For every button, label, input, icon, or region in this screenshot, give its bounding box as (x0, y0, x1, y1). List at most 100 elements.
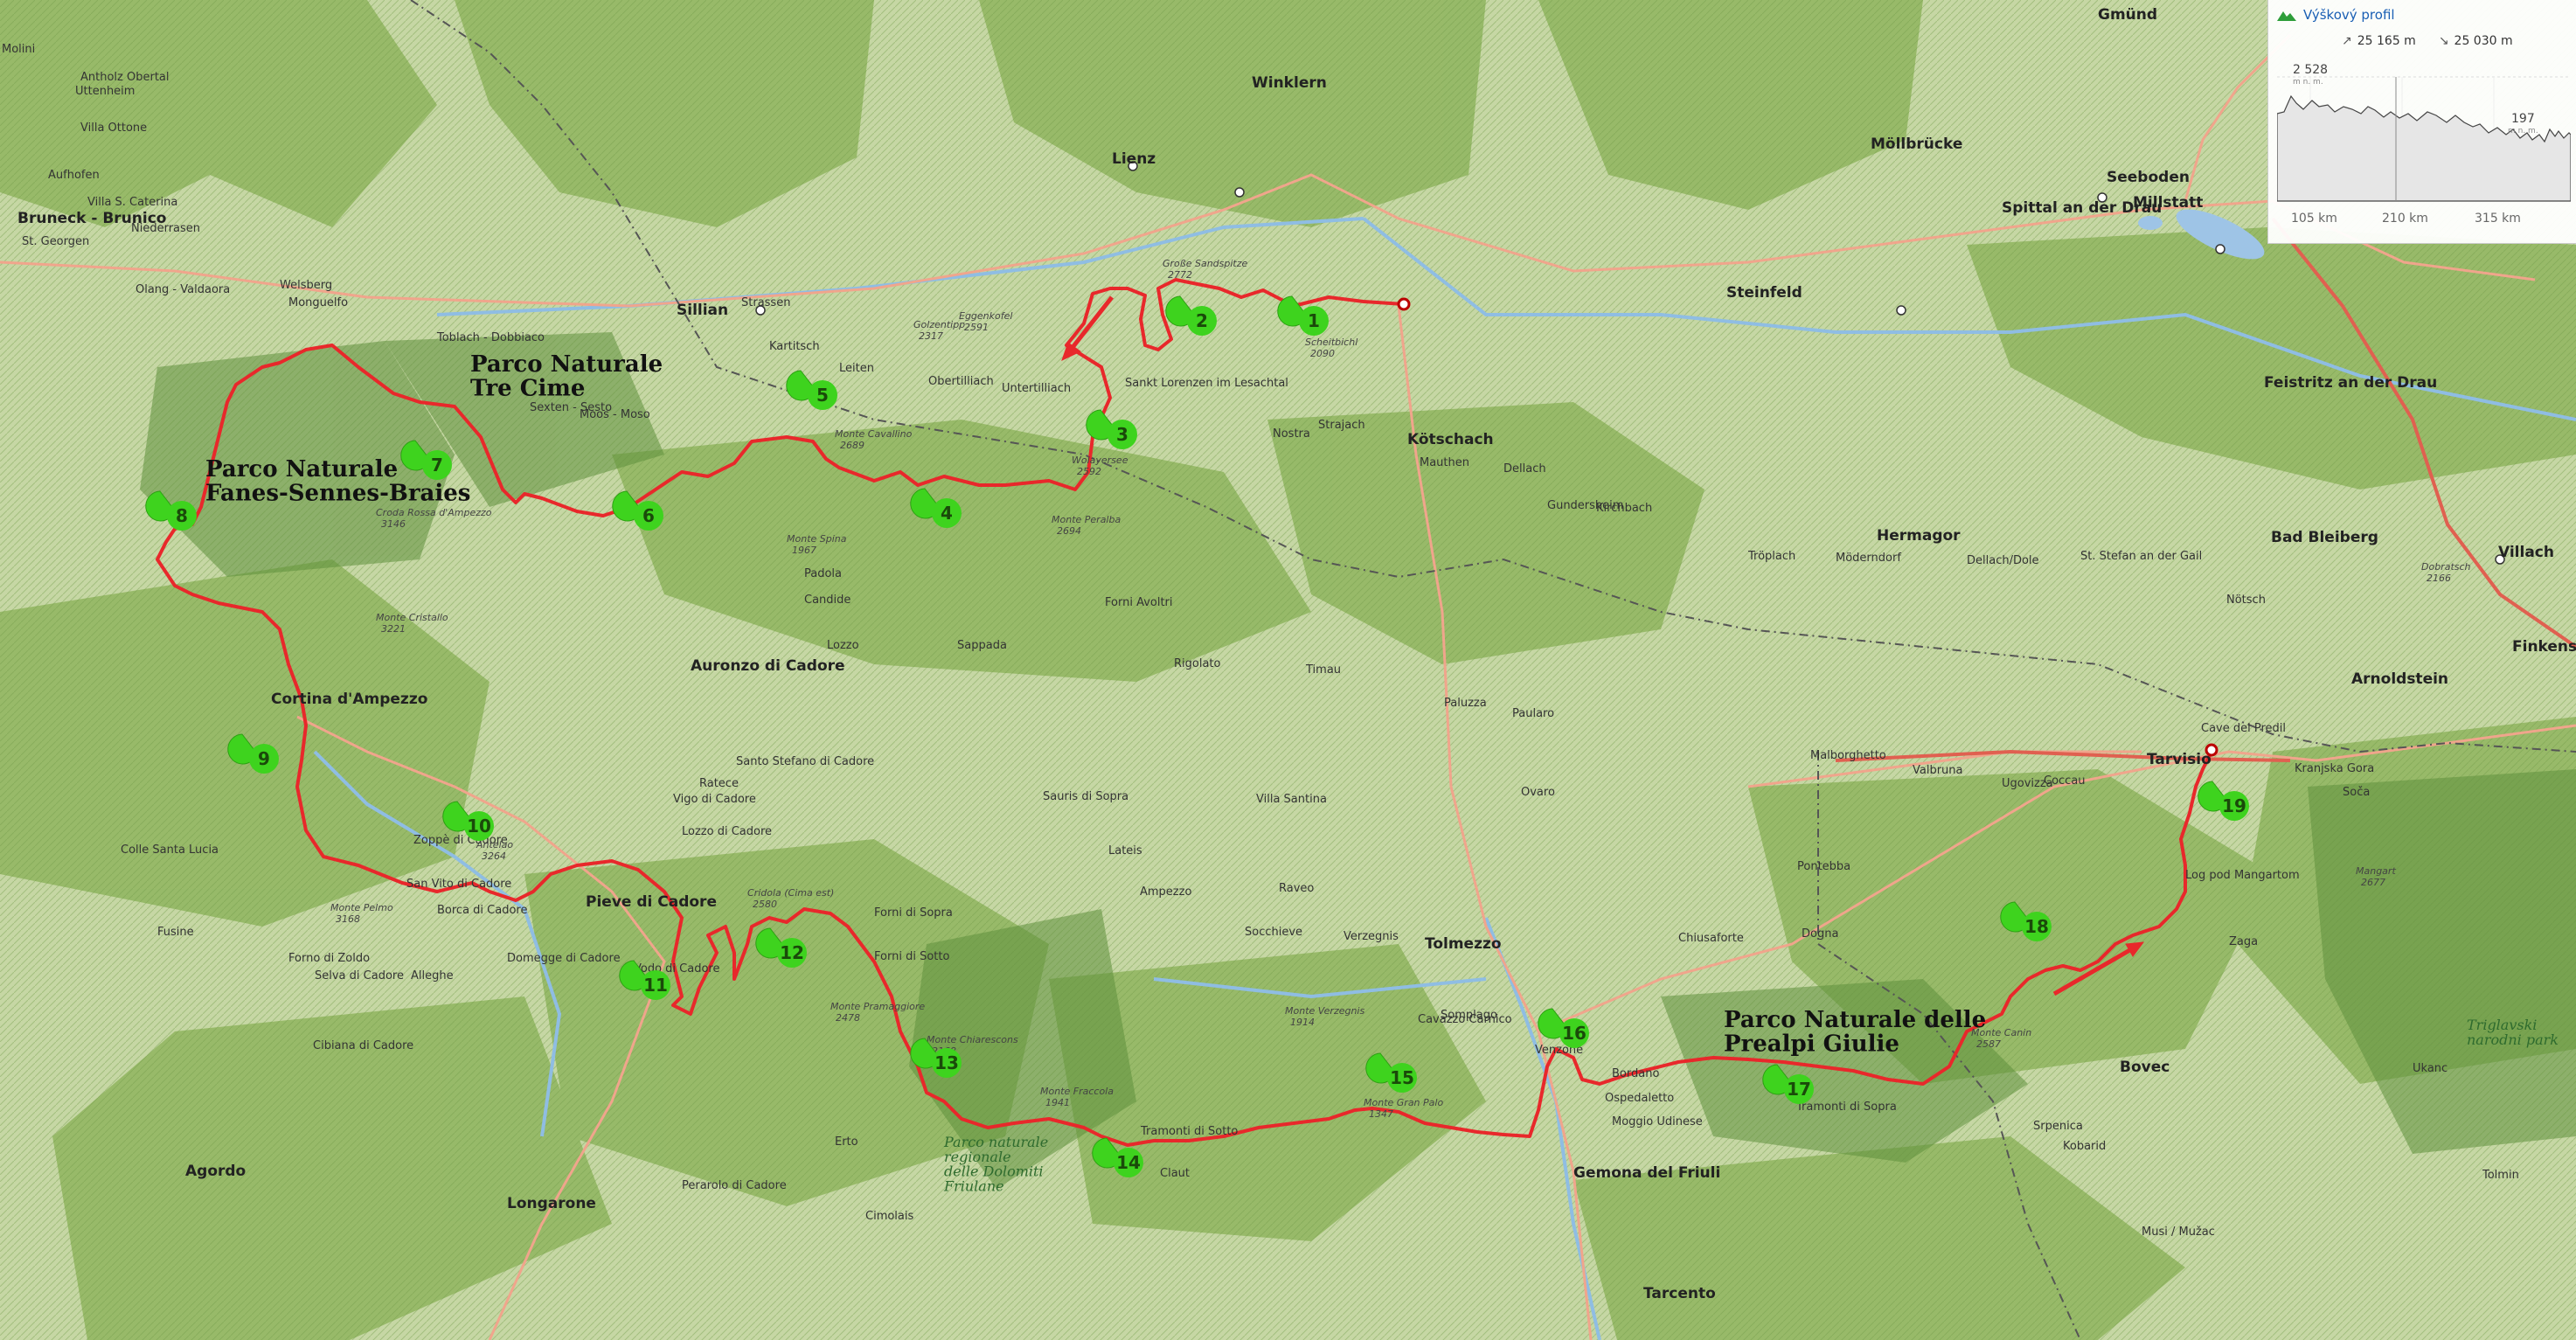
place-label: Padola (804, 567, 842, 580)
elevation-profile-panel[interactable]: Výškový profil ↗ 25 165 m ↘ 25 030 m 2 528… (2267, 0, 2576, 244)
place-label: Borca di Cadore (437, 904, 527, 917)
place-label: Dogna (1802, 927, 1838, 941)
peak-label: Monte Spina (787, 533, 847, 545)
peak-elevation: 3264 (482, 851, 506, 862)
place-label: Vigo di Cadore (673, 793, 756, 806)
peak-elevation: 3168 (336, 913, 360, 925)
peak-label: Wolayersee (1072, 455, 1128, 466)
ascent-arrow-icon: ↗ (2342, 34, 2352, 48)
label-villach: Villach (2498, 544, 2554, 561)
peak-elevation: 2166 (2427, 573, 2451, 584)
label-cortina: Cortina d'Ampezzo (271, 691, 427, 708)
place-label: Cibiana di Cadore (313, 1039, 413, 1052)
label-kotschach: Kötschach (1407, 431, 1494, 448)
label-tolmezzo: Tolmezzo (1425, 935, 1502, 953)
place-label: Cimolais (865, 1210, 913, 1223)
place-label: San Vito di Cadore (406, 878, 511, 891)
peak-elevation: 2580 (753, 899, 777, 910)
marker-number: 10 (467, 816, 491, 837)
marker-number: 18 (2024, 916, 2049, 937)
elevation-profile-chart[interactable]: 2 528 m n. m. 197 m n. m. 105 km 210 km … (2277, 61, 2571, 236)
place-label: Ovaro (1521, 786, 1555, 799)
place-label: Moggio Udinese (1612, 1115, 1703, 1128)
place-label: Claut (1160, 1167, 1190, 1180)
place-label: Tramonti di Sopra (1795, 1100, 1897, 1114)
place-label: Olang - Valdaora (135, 283, 230, 296)
place-label: Nötsch (2226, 594, 2266, 607)
place-label: Zaga (2229, 935, 2258, 948)
label-gemona: Gemona del Friuli (1573, 1164, 1720, 1182)
peak-elevation: 2677 (2361, 877, 2385, 888)
marker-number: 2 (1196, 310, 1208, 331)
place-label: Log pod Mangartom (2185, 869, 2300, 882)
label-sillian: Sillian (677, 302, 728, 319)
peak-label: Cridola (Cima est) (747, 887, 834, 899)
place-label: Uttenheim (75, 85, 135, 98)
peak-label: Monte Pramaggiore (830, 1001, 925, 1012)
peak-label: Croda Rossa d'Ampezzo (376, 507, 492, 518)
label-arnoldstein: Arnoldstein (2351, 670, 2448, 688)
peak-elevation: 1941 (1045, 1097, 1070, 1108)
lake-seeboden (2138, 216, 2163, 230)
label-bad-bleiberg: Bad Bleiberg (2271, 529, 2378, 546)
min-elevation-unit: m n. m. (2508, 127, 2538, 135)
marker-number: 1 (1308, 310, 1320, 331)
label-bovec: Bovec (2120, 1059, 2170, 1076)
max-elevation-unit: m n. m. (2293, 78, 2323, 87)
place-label: Tröplach (1747, 550, 1795, 563)
peak-elevation: 1914 (1290, 1017, 1315, 1028)
marker-number: 3 (1116, 424, 1128, 445)
place-label: Untertilliach (1002, 382, 1071, 395)
label-feistritz: Feistritz an der Drau (2264, 374, 2437, 392)
place-label: Chiusaforte (1678, 932, 1744, 945)
peak-label: Eggenkofel (959, 310, 1012, 322)
profile-title: Výškový profil (2303, 7, 2395, 23)
marker-number: 4 (941, 503, 953, 524)
peak-label: Scheitbichl (1305, 337, 1357, 348)
place-label: Sauris di Sopra (1043, 790, 1128, 803)
place-label: Lozzo di Cadore (682, 825, 772, 838)
peak-label: Monte Verzegnis (1285, 1005, 1364, 1017)
place-label: Selva di Cadore (315, 969, 404, 982)
place-label: Forni Avoltri (1105, 596, 1173, 609)
marker-number: 16 (1562, 1023, 1587, 1044)
place-label: Fusine (157, 926, 194, 939)
place-label: Malborghetto (1810, 749, 1886, 762)
profile-header[interactable]: Výškový profil (2268, 0, 2576, 30)
place-label: Forni di Sopra (874, 906, 953, 920)
place-label: Mauthen (1420, 456, 1469, 469)
place-label: Aufhofen (48, 169, 100, 182)
place-label: Kobarid (2063, 1140, 2106, 1153)
peak-elevation: 2317 (919, 330, 943, 342)
peak-label: Große Sandspitze (1163, 258, 1248, 269)
place-label: Cave del Predil (2201, 722, 2286, 735)
place-label: Timau (1305, 663, 1341, 677)
label-hermagor: Hermagor (1877, 527, 1961, 545)
place-label: Perarolo di Cadore (682, 1179, 787, 1192)
marker-number: 11 (643, 975, 668, 996)
peak-elevation: 1347 (1369, 1108, 1393, 1120)
label-auronzo: Auronzo di Cadore (691, 657, 845, 675)
place-label: Leiten (839, 362, 874, 375)
ascent-value: 25 165 m (2357, 34, 2416, 48)
place-label: Coccau (2044, 774, 2086, 788)
peak-label: Monte Peralba (1052, 514, 1121, 525)
place-label: Colle Santa Lucia (121, 844, 219, 857)
place-label: Somplago (1441, 1009, 1497, 1022)
peak-elevation: 2772 (1168, 269, 1192, 281)
peak-label: Monte Gran Palo (1364, 1097, 1443, 1108)
place-label: Dellach/Dole (1967, 554, 2039, 567)
peak-elevation: 3221 (381, 623, 406, 635)
peak-elevation: 2694 (1057, 525, 1081, 537)
topographic-map[interactable]: Bruneck - Brunico Lienz Winklern Sillian… (0, 0, 2576, 1340)
label-millstatt: Millstatt (2133, 194, 2203, 212)
marker-number: 13 (934, 1052, 959, 1073)
place-label: Rigolato (1174, 657, 1221, 670)
place-label: Srpenica (2033, 1120, 2083, 1133)
route-start-point[interactable] (1397, 297, 1411, 311)
place-label: Villa S. Caterina (87, 196, 177, 209)
place-label: Monguelfo (288, 296, 348, 309)
label-agordo: Agordo (185, 1163, 246, 1180)
place-label: Obertilliach (928, 375, 994, 388)
mountain-icon (2277, 11, 2296, 21)
